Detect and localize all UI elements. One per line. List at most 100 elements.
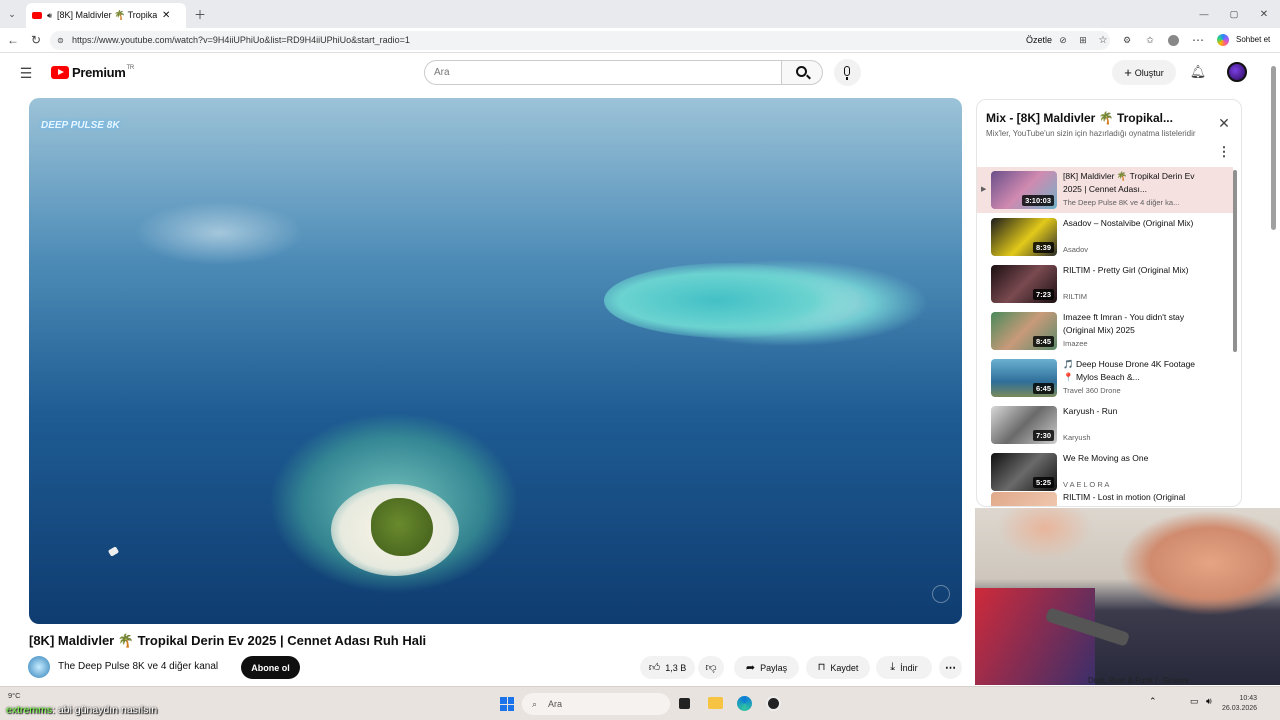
favorites-icon[interactable]: ✩ [1143,33,1157,47]
playlist-item[interactable]: 8:39 Asadov – Nostalvibe (Original Mix) … [977,214,1233,260]
mix-playlist-panel: Mix - [8K] Maldivler 🌴 Tropikal... Mix'l… [976,99,1242,507]
back-icon[interactable]: ← [5,32,21,48]
youtube-play-icon [51,66,69,79]
channel-name[interactable]: The Deep Pulse 8K ve 4 diğer kanal [58,661,218,672]
video-thumbnail: 7:30 [991,406,1057,444]
close-playlist-icon[interactable]: ✕ [1215,114,1233,132]
video-title: RILTIM - Pretty Girl (Original Mix) [1063,265,1189,275]
playlist-scrollbar[interactable] [1233,170,1237,352]
obs-icon[interactable] [766,696,781,711]
playlist-menu-icon[interactable]: ⋮ [1215,143,1233,161]
channel-name: The Deep Pulse 8K ve 4 diğer ka... [1063,198,1180,207]
minimize-icon[interactable]: — [1196,6,1212,22]
apps-icon[interactable]: ⊞ [1076,33,1090,47]
summarize-button[interactable]: Özetle [1026,35,1052,45]
tray-chevron-icon[interactable]: ⌃ [1149,696,1157,707]
playlist-subtitle: Mix'ler, YouTube'un sizin için hazırladı… [986,129,1196,138]
browser-address-bar: ← ↻ https://www.youtube.com/watch?v=9H4i… [0,28,1280,53]
create-label: Oluştur [1134,67,1164,78]
maximize-icon[interactable]: ▢ [1226,6,1242,22]
chat-ticker: extremms: abi günaydın nasılsın [6,704,157,716]
system-clock[interactable]: 10:43 26.03.2026 [1222,694,1257,714]
close-window-icon[interactable]: ✕ [1256,6,1272,22]
playlist-item[interactable]: 8:45 Imazee ft Imran - You didn't stay (… [977,308,1233,354]
dislike-button[interactable]: 👎︎ [698,656,724,679]
video-thumbnail: 8:39 [991,218,1057,256]
now-playing-text: Dust, Rust & Funk (- Groove [1088,676,1189,685]
more-actions-button[interactable]: ⋯ [939,656,962,679]
new-tab-icon[interactable]: ＋ [192,6,208,22]
windows-start-icon[interactable] [500,697,514,711]
bookmark-icon: ⊓ [817,662,826,673]
share-icon: ➦ [745,662,756,674]
create-button[interactable]: + Oluştur [1112,60,1176,85]
plus-icon: + [1124,64,1132,80]
favorite-star-icon[interactable]: ☆ [1096,33,1110,47]
reload-icon[interactable]: ↻ [28,32,44,48]
profile-icon[interactable] [1166,33,1180,47]
file-explorer-icon[interactable] [708,697,723,709]
browser-tab[interactable]: 🔊︎ [8K] Maldivler 🌴 Tropikal De ✕ [26,3,186,28]
more-horizontal-icon: ⋯ [945,662,956,674]
reader-icon[interactable]: ⊘ [1056,33,1070,47]
playlist-title[interactable]: Mix - [8K] Maldivler 🌴 Tropikal... [986,111,1196,125]
video-duration: 5:25 [1032,477,1054,488]
site-info-icon[interactable]: ⊜ [55,35,66,46]
video-thumbnail: 7:23 [991,265,1057,303]
playlist-item[interactable]: 6:45 🎵 Deep House Drone 4K Footage 📍 Myl… [977,355,1233,401]
search-input[interactable]: Ara [424,60,782,85]
search-button[interactable] [781,60,823,85]
network-icon[interactable]: ▭ [1190,696,1199,707]
playlist-item[interactable]: 7:23 RILTIM - Pretty Girl (Original Mix)… [977,261,1233,307]
share-button[interactable]: ➦ Paylaş [734,656,799,679]
save-button[interactable]: ⊓ Kaydet [806,656,870,679]
video-duration: 3:10:03 [1022,195,1054,206]
edge-browser-icon[interactable] [737,696,752,711]
youtube-premium-logo[interactable]: Premium TR [51,65,134,80]
speaker-icon[interactable]: 🔊︎ [47,11,52,21]
boat-icon [107,546,120,557]
video-thumbnail: 8:45 [991,312,1057,350]
thumbs-down-icon: 👎︎ [705,662,717,674]
ticker-user: extremms [6,704,53,716]
clock-time: 10:43 [1239,695,1258,702]
subscribe-button[interactable]: Abone ol [241,656,300,679]
save-label: Kaydet [830,662,859,673]
now-playing-icon: ▶ [981,186,987,193]
playlist-item[interactable]: ▶ 3:10:03 [8K] Maldivler 🌴 Tropikal Deri… [977,167,1233,213]
video-thumbnail: 6:45 [991,359,1057,397]
search-icon-handle [806,74,811,80]
share-label: Paylaş [760,662,788,673]
url-field[interactable]: https://www.youtube.com/watch?v=9H4iiUPh… [50,31,1110,50]
extensions-icon[interactable]: ⚙ [1120,33,1134,47]
volume-icon[interactable]: 🔊︎ [1206,696,1212,707]
tab-list-icon[interactable]: ⌄ [4,6,20,22]
taskbar-search[interactable]: ⌕ Ara [522,693,670,715]
copilot-icon[interactable] [1216,33,1230,47]
close-tab-icon[interactable]: ✕ [162,10,170,21]
channel-avatar[interactable] [28,656,50,678]
url-text: https://www.youtube.com/watch?v=9H4iiUPh… [72,35,410,45]
account-avatar[interactable] [1227,62,1247,82]
page-scrollbar[interactable] [1271,66,1276,230]
clock-date: 26.03.2026 [1222,705,1258,712]
channel-watermark: DEEP PULSE 8K [41,120,120,131]
hamburger-menu-icon[interactable]: ☰ [17,64,35,82]
weather-widget[interactable]: 9°C [8,691,21,700]
notifications-bell-icon[interactable]: 🔔︎ [1189,63,1207,81]
task-view-icon[interactable] [679,698,690,709]
like-button[interactable]: 👍︎ 1,3 B [640,656,695,679]
download-icon: ⤓ [890,661,896,673]
youtube-favicon-icon [32,12,42,19]
video-thumbnail: 3:10:03 [991,171,1057,209]
playlist-item[interactable]: 7:30 Karyush - Run Karyush [977,402,1233,448]
chat-button[interactable]: Sohbet et [1236,35,1270,44]
taskbar-search-placeholder: Ara [548,699,563,709]
video-duration: 8:39 [1032,242,1054,253]
download-button[interactable]: ⤓ İndir [876,656,932,679]
voice-search-button[interactable] [834,59,861,86]
playlist-item[interactable]: RILTIM - Lost in motion (Original Mix) [977,488,1233,506]
channel-name: Travel 360 Drone [1063,386,1121,395]
video-player[interactable]: DEEP PULSE 8K [29,98,962,624]
more-menu-icon[interactable]: ⋯ [1190,33,1206,47]
